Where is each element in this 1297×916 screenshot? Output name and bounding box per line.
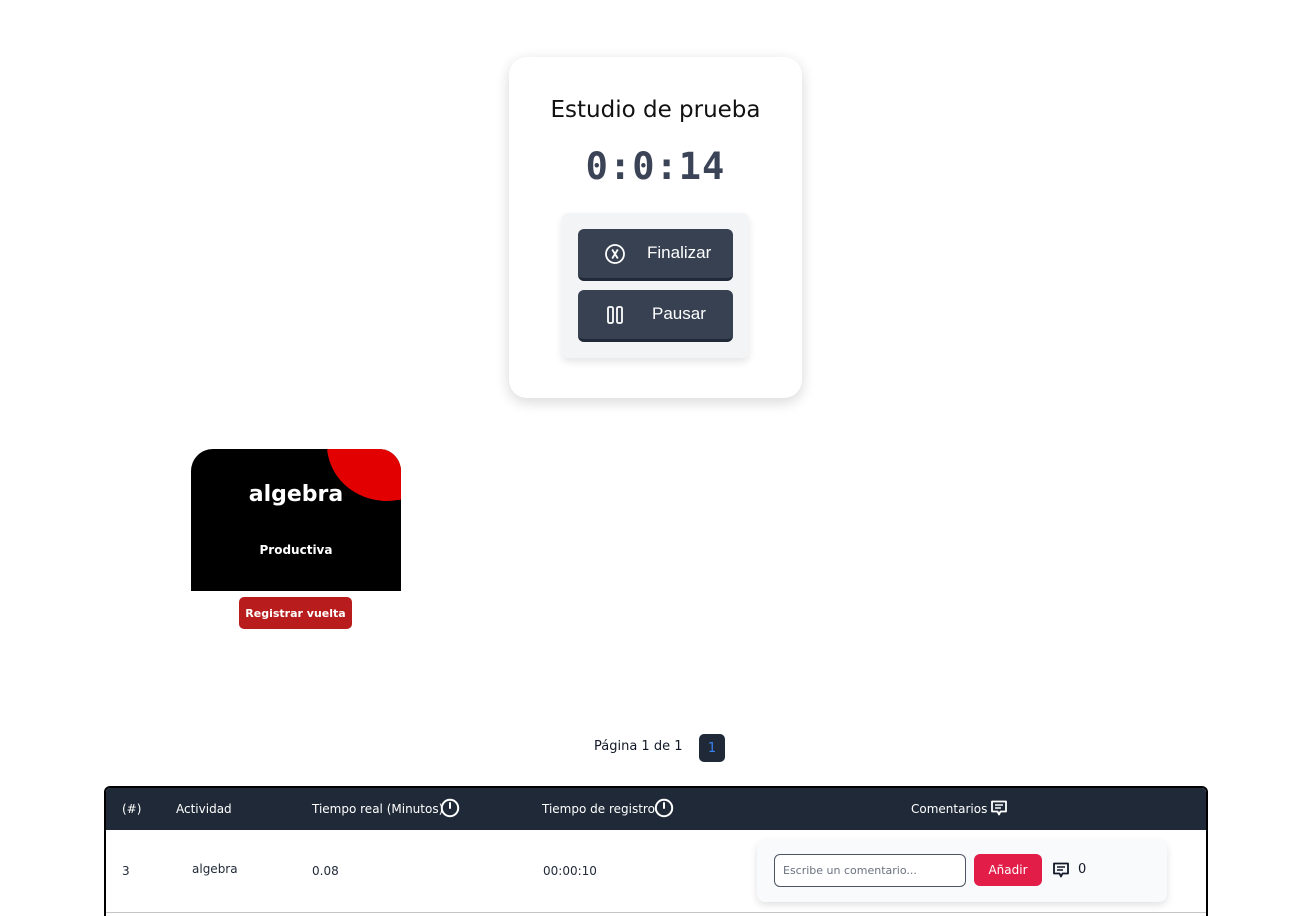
comment-icon[interactable] bbox=[1051, 860, 1071, 880]
pagination-text: Página 1 de 1 bbox=[594, 739, 683, 754]
pause-icon bbox=[607, 306, 623, 324]
pause-label: Pausar bbox=[652, 304, 706, 323]
row-index: 3 bbox=[122, 864, 130, 878]
page-button[interactable]: 1 bbox=[699, 734, 725, 762]
header-index: (#) bbox=[122, 802, 142, 816]
comment-icon bbox=[991, 800, 1007, 816]
header-record-time: Tiempo de registro bbox=[542, 802, 655, 816]
page: Estudio de prueba 0:0:14 Finalizar Pausa… bbox=[0, 0, 1297, 916]
comment-form: Añadir 0 bbox=[757, 840, 1167, 902]
timer-title: Estudio de prueba bbox=[550, 97, 761, 123]
header-real-time: Tiempo real (Minutos) bbox=[312, 802, 444, 816]
activity-name: algebra bbox=[248, 482, 344, 507]
timer-card: Estudio de prueba 0:0:14 Finalizar Pausa… bbox=[509, 57, 802, 398]
header-activity: Actividad bbox=[176, 802, 232, 816]
row-real-time: 0.08 bbox=[312, 864, 339, 878]
add-comment-button[interactable]: Añadir bbox=[974, 854, 1042, 886]
activity-card[interactable]: algebra Productiva bbox=[191, 449, 401, 591]
comment-count: 0 bbox=[1078, 862, 1087, 877]
timer-controls: Finalizar Pausar bbox=[562, 213, 749, 358]
timer-clock: 0:0:14 bbox=[585, 145, 726, 188]
register-lap-button[interactable]: Registrar vuelta bbox=[239, 597, 352, 629]
clock-icon bbox=[654, 798, 674, 818]
comment-input[interactable] bbox=[774, 854, 966, 887]
row-activity: algebra bbox=[192, 862, 238, 876]
table-header: (#) Actividad Tiempo real (Minutos) Tiem… bbox=[106, 788, 1206, 830]
row-record-time: 00:00:10 bbox=[543, 864, 597, 878]
finish-button[interactable]: Finalizar bbox=[578, 229, 733, 281]
activity-type: Productiva bbox=[259, 543, 333, 557]
finish-label: Finalizar bbox=[647, 243, 712, 262]
pause-button[interactable]: Pausar bbox=[578, 290, 733, 342]
laps-table: (#) Actividad Tiempo real (Minutos) Tiem… bbox=[104, 786, 1208, 916]
clock-icon bbox=[440, 798, 460, 818]
x-circle-icon bbox=[605, 244, 625, 264]
table-row: 3 algebra 0.08 00:00:10 Añadir 0 bbox=[106, 830, 1206, 913]
header-comments: Comentarios bbox=[911, 802, 988, 816]
